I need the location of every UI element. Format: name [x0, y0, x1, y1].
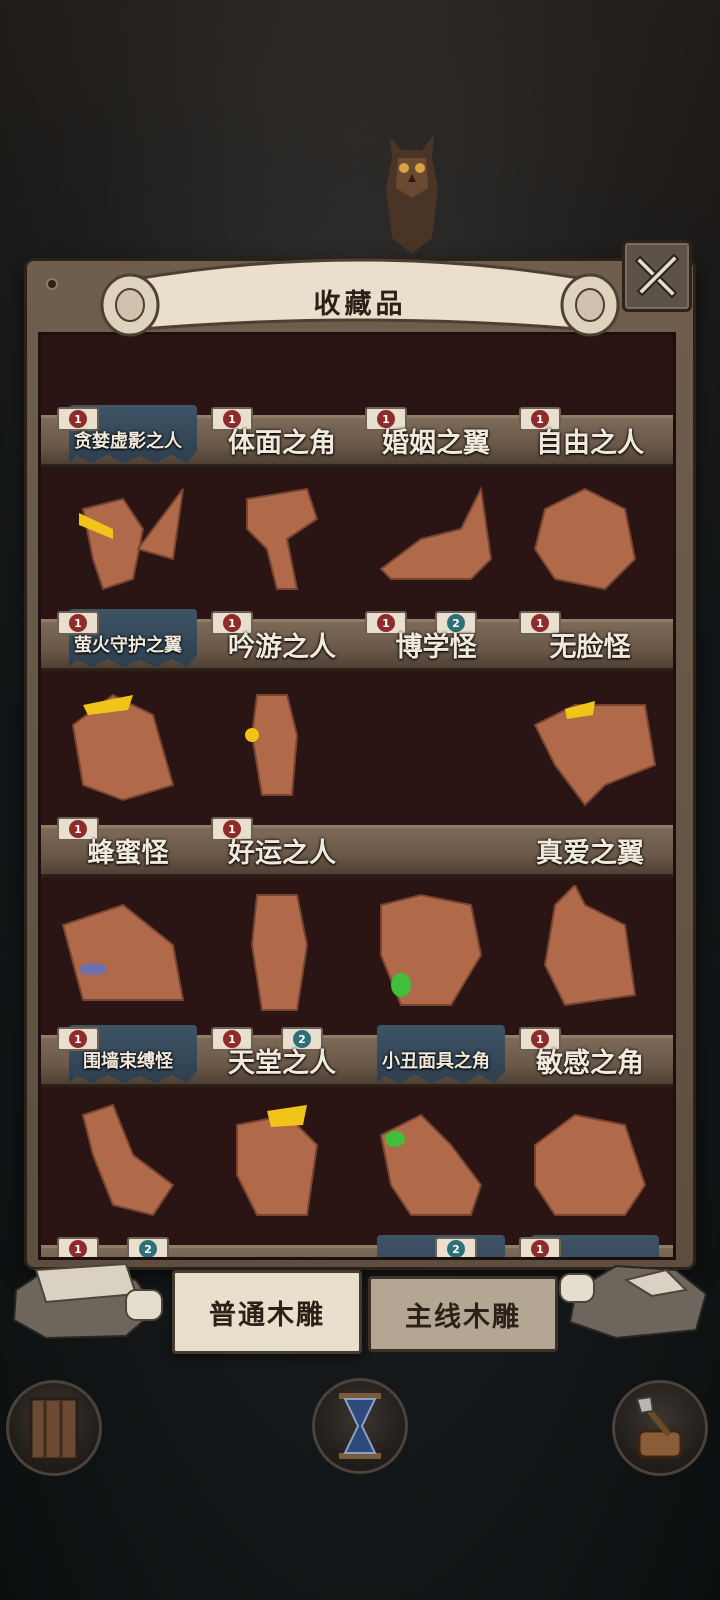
door-icon	[29, 1397, 79, 1461]
carving-name: 自由之人	[536, 428, 644, 459]
carving-name: 婚姻之翼	[382, 428, 490, 459]
carving-name: 真爱之翼	[536, 838, 644, 869]
wood-carving-figure	[79, 488, 184, 591]
carving-name: 温柔月光怪	[356, 1257, 516, 1260]
carving-name: 小丑面具之角	[382, 1051, 490, 1072]
carving-name: 无脸怪	[549, 632, 631, 663]
wood-carving-figure	[543, 885, 637, 1007]
wood-carving-figure	[380, 893, 483, 1006]
carving-name: 天堂之人	[228, 1048, 336, 1079]
carving-slot[interactable]: 1 吟游之人	[207, 469, 357, 663]
carving-slot[interactable]: 1 体面之角	[207, 335, 357, 459]
carving-slot[interactable]: 真爱之翼	[515, 675, 665, 869]
badge-number: 1	[69, 614, 87, 632]
tab-normal-carvings[interactable]: 普通木雕	[172, 1270, 362, 1354]
wood-carving-figure	[379, 1113, 483, 1216]
close-x-icon	[634, 253, 680, 299]
carving-slot[interactable]: 1 围墙束缚怪	[53, 885, 203, 1083]
carving-slot[interactable]: 巫医之角	[207, 1095, 357, 1257]
page-title: 收藏品	[313, 289, 407, 320]
wood-carving-figure	[245, 694, 299, 796]
carving-slot[interactable]: 1 敏感之角	[515, 885, 665, 1079]
carving-slot[interactable]: 1 婚姻之翼	[361, 335, 511, 459]
badge-number: 2	[447, 1240, 465, 1257]
shelf-area: 1 贪婪虚影之人 1 体面之角 1 婚姻之翼 1 自由之人 1 萤火守护之翼 1 吟游之人 1 2 博学怪 1…	[38, 332, 676, 1260]
hourglass-button[interactable]	[312, 1378, 408, 1474]
carving-slot[interactable]: 1 贪婪虚影之人	[53, 335, 203, 463]
wood-carving-figure	[71, 693, 175, 802]
carving-name: 蜂蜜怪	[87, 838, 169, 869]
wood-carving-figure	[379, 485, 493, 580]
wood-carving-figure	[246, 487, 319, 590]
axe-stump-button[interactable]	[612, 1380, 708, 1476]
carving-slot[interactable]: 1 2 博学怪	[361, 469, 511, 663]
wood-carving-figure	[533, 701, 657, 807]
door-button[interactable]	[6, 1380, 102, 1476]
carving-name: 好运之人	[228, 838, 336, 869]
carving-slot[interactable]: 1 好运之人	[207, 675, 357, 869]
carving-slot[interactable]: 1 无脸怪	[515, 469, 665, 663]
frame-nail	[46, 278, 58, 290]
carving-slot[interactable]: 1恶狼报恩之角	[515, 1095, 665, 1257]
carving-name: 巫医之角	[202, 1251, 362, 1257]
carving-slot[interactable]: 1 自由之人	[515, 335, 665, 459]
badge-number: 1	[69, 410, 87, 428]
carving-slot[interactable]: 1 蜂蜜怪	[53, 675, 203, 869]
wood-carving-figure	[534, 1113, 647, 1216]
carving-name: 敏感之角	[536, 1048, 644, 1079]
badge-number: 1	[531, 1240, 549, 1257]
rocks-left	[12, 1262, 163, 1340]
owl-statue	[386, 134, 438, 254]
carving-name: 围墙束缚怪	[83, 1051, 173, 1072]
hourglass-icon	[339, 1393, 381, 1459]
wood-carving-figure	[61, 903, 185, 1001]
badge-number: 1	[69, 1030, 87, 1048]
carving-name: 吟游之人	[228, 632, 336, 663]
tab-main-carvings[interactable]: 主线木雕	[368, 1276, 558, 1352]
carving-name: 博学怪	[395, 632, 477, 663]
carving-slot[interactable]: 1 萤火守护之翼	[53, 469, 203, 667]
wood-carving-figure	[236, 1105, 319, 1216]
carving-name: 贪婪虚影之人	[74, 431, 182, 452]
wood-carving-figure	[250, 894, 309, 1011]
carving-slot[interactable]: 1 2 天堂之人	[207, 885, 357, 1079]
axe-stump-icon	[635, 1395, 683, 1459]
carving-slot[interactable]: 12等待之翼	[53, 1095, 203, 1257]
close-button[interactable]	[622, 240, 692, 312]
carving-name: 萤火守护之翼	[74, 635, 182, 656]
carving-slot[interactable]: 2温柔月光怪	[361, 1095, 511, 1257]
carving-name: 体面之角	[228, 428, 336, 459]
carving-slot[interactable]: 小丑面具之角	[361, 885, 511, 1083]
rocks-right	[559, 1264, 708, 1340]
carving-slot	[361, 675, 511, 865]
wood-carving-figure	[81, 1103, 175, 1217]
wood-carving-figure	[533, 487, 637, 591]
